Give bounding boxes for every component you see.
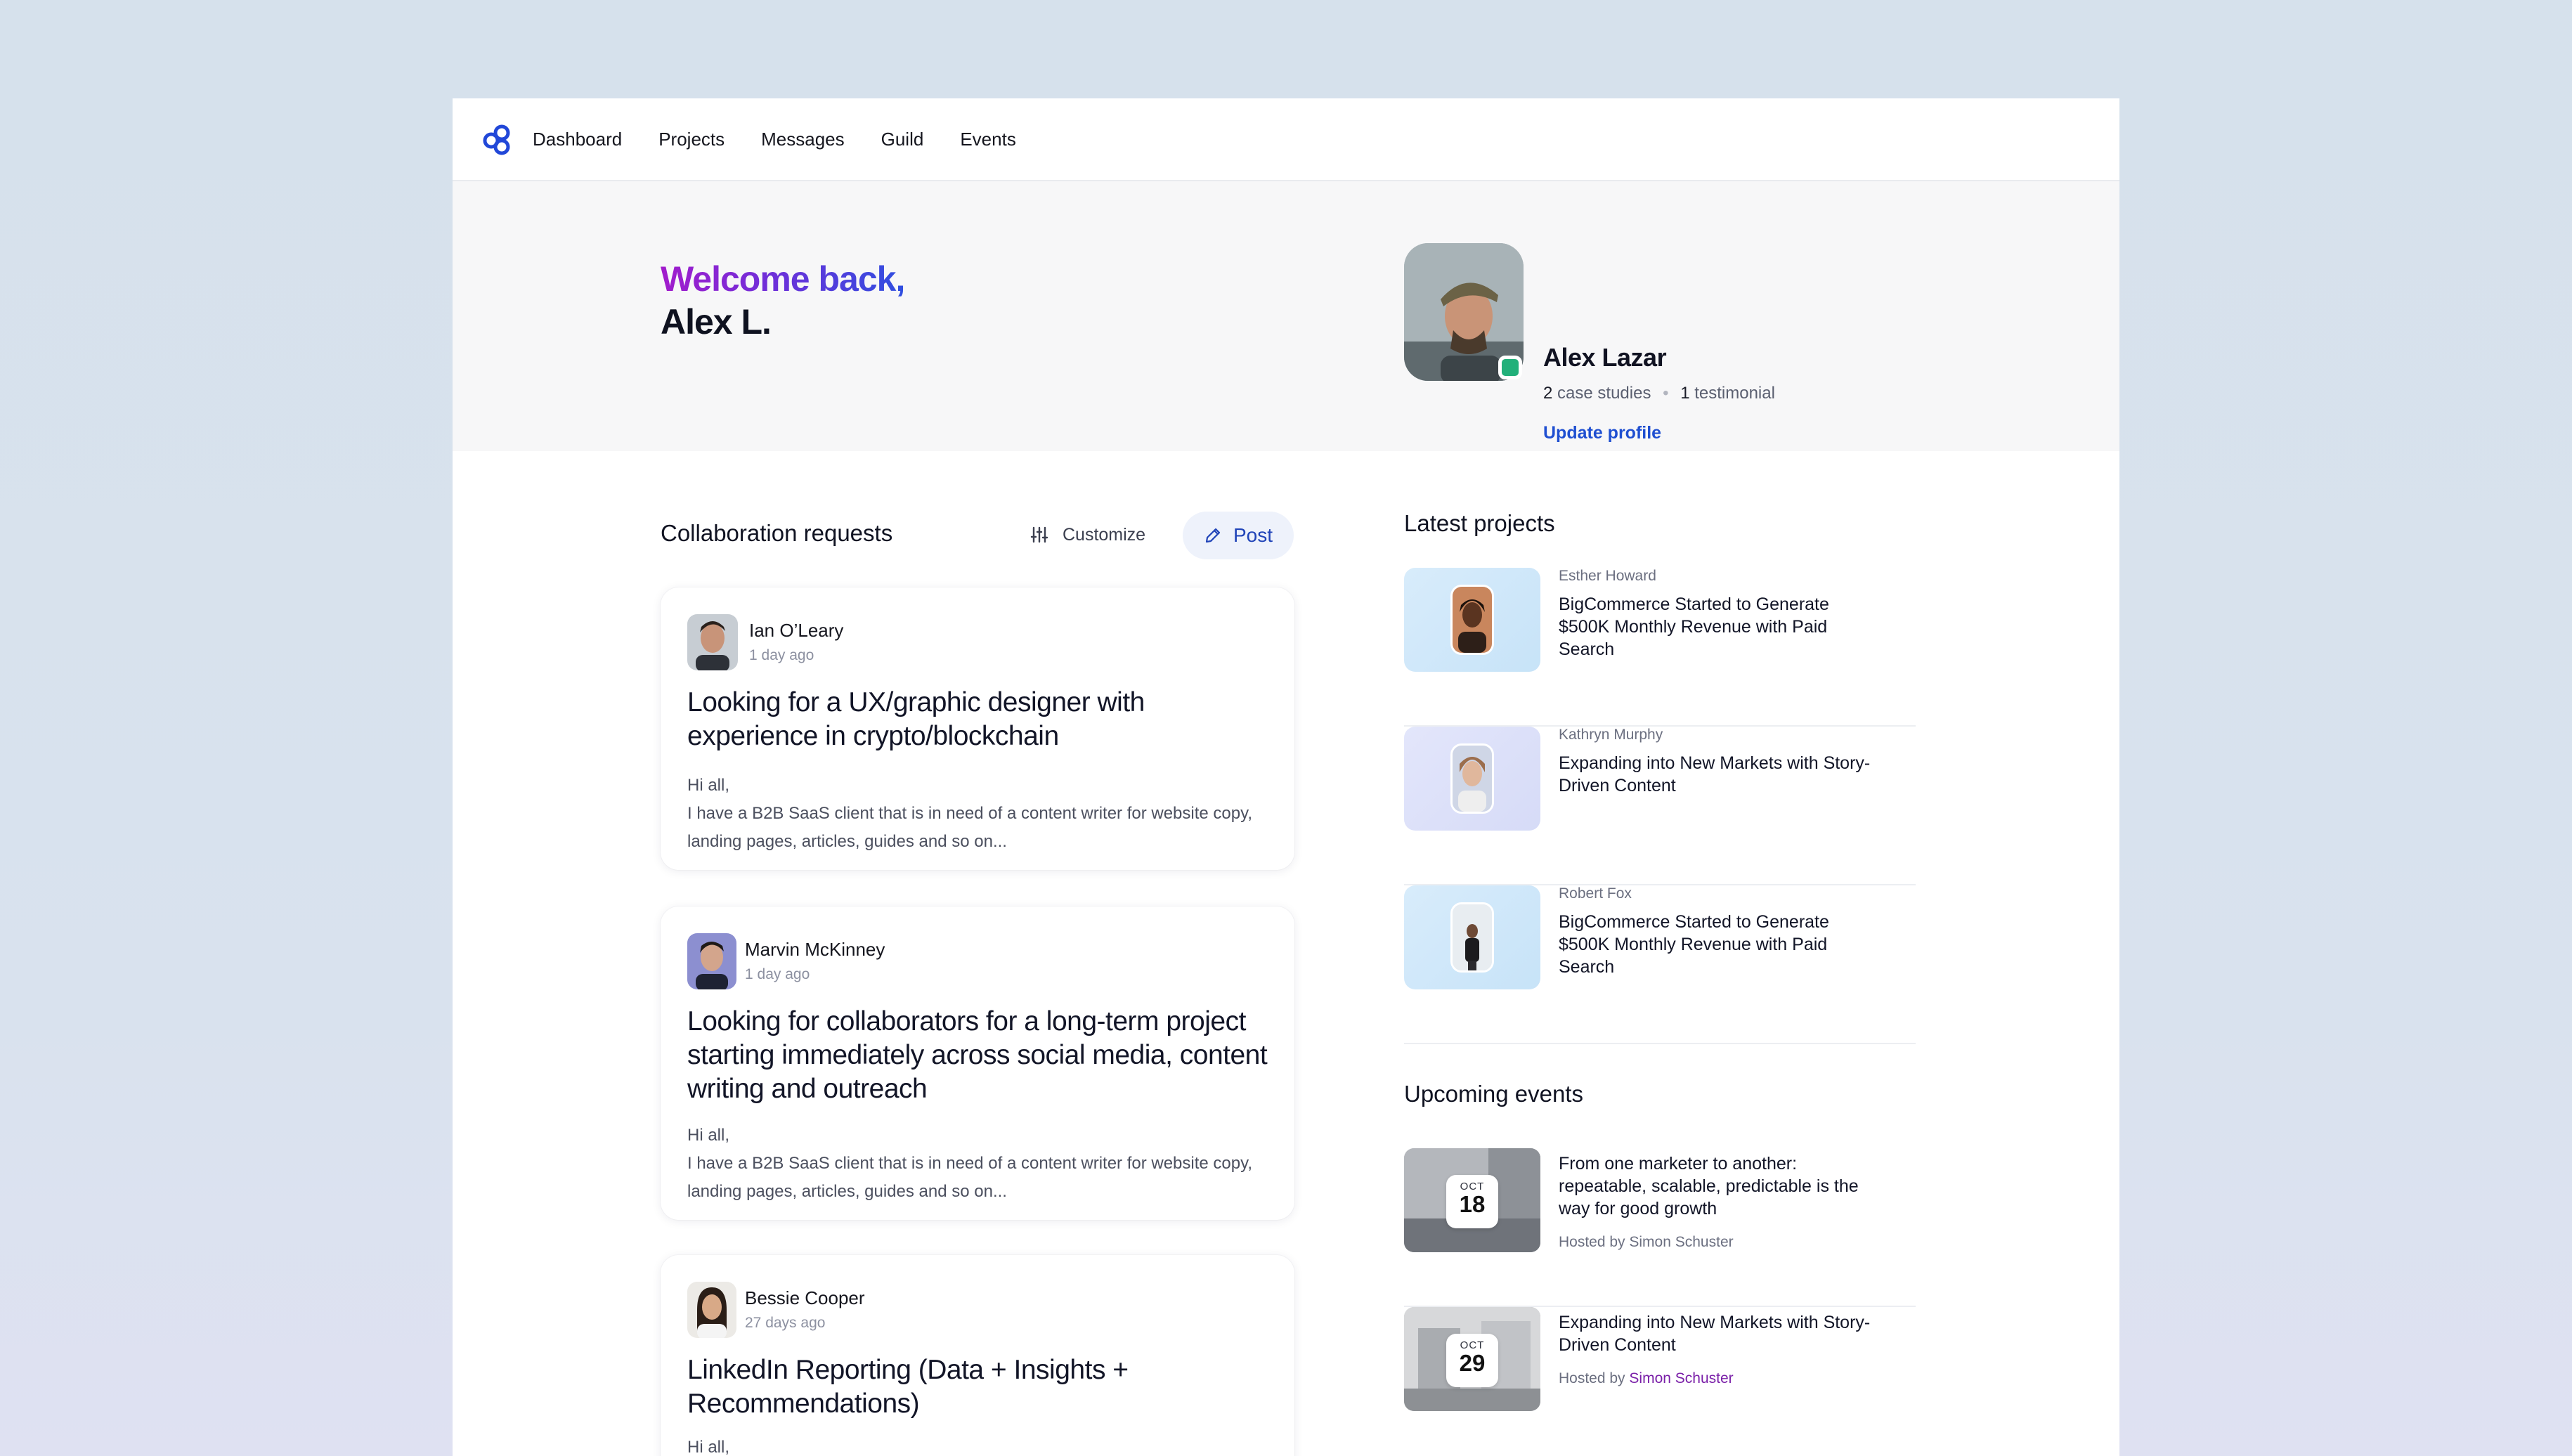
nav-dashboard[interactable]: Dashboard <box>533 129 622 150</box>
nav-messages[interactable]: Messages <box>761 129 845 150</box>
request-time: 1 day ago <box>749 647 814 663</box>
project-author: Kathryn Murphy <box>1559 727 1663 743</box>
testimonial-label: testimonial <box>1694 384 1775 403</box>
request-greeting: Hi all, <box>687 1438 730 1456</box>
upcoming-events-title: Upcoming events <box>1404 1081 1583 1107</box>
request-body: Hi all, I have a B2B SaaS client that is… <box>687 772 1271 856</box>
event-title[interactable]: From one marketer to another: repeatable… <box>1559 1152 1875 1220</box>
author-photo <box>1450 585 1494 655</box>
request-text: I have a B2B SaaS client that is in need… <box>687 1154 1252 1201</box>
event-host-prefix: Hosted by <box>1559 1370 1625 1386</box>
project-item[interactable]: Esther Howard BigCommerce Started to Gen… <box>1404 568 1916 727</box>
welcome-line: Welcome back, <box>661 257 905 301</box>
project-title[interactable]: BigCommerce Started to Generate $500K Mo… <box>1559 911 1875 978</box>
project-item[interactable]: Kathryn Murphy Expanding into New Market… <box>1404 727 1916 885</box>
case-studies-count: 2 <box>1543 384 1553 403</box>
avatar[interactable] <box>687 614 738 670</box>
request-time: 1 day ago <box>745 966 810 982</box>
post-button[interactable]: Post <box>1183 512 1294 559</box>
update-profile-link[interactable]: Update profile <box>1543 423 1661 443</box>
avatar-photo <box>687 933 736 989</box>
stats-separator: • <box>1663 384 1669 403</box>
request-text: I have a B2B SaaS client that is in need… <box>687 804 1252 851</box>
avatar-photo <box>687 1282 736 1338</box>
event-date-badge: OCT 18 <box>1446 1175 1498 1228</box>
event-item[interactable]: OCT 29 Expanding into New Markets with S… <box>1404 1307 1916 1456</box>
sliders-icon <box>1030 526 1048 543</box>
request-greeting: Hi all, <box>687 776 730 795</box>
nav-guild[interactable]: Guild <box>881 129 924 150</box>
author-photo <box>1450 743 1494 814</box>
requester-name[interactable]: Bessie Cooper <box>745 1287 865 1309</box>
infinity-logo-icon[interactable] <box>479 122 514 157</box>
request-greeting: Hi all, <box>687 1126 730 1145</box>
author-photo <box>1450 902 1494 973</box>
project-title[interactable]: Expanding into New Markets with Story-Dr… <box>1559 752 1875 797</box>
event-host-text: Hosted by Simon Schuster <box>1559 1234 1734 1250</box>
requester-name[interactable]: Ian O’Leary <box>749 620 843 642</box>
pencil-icon <box>1205 528 1221 543</box>
project-thumbnail[interactable] <box>1404 727 1540 831</box>
event-date-badge: OCT 29 <box>1446 1334 1498 1387</box>
welcome-heading: Welcome back, Alex L. <box>661 257 905 343</box>
app-window: Dashboard Projects Messages Guild Events… <box>453 98 2119 1456</box>
customize-button[interactable]: Customize <box>1030 510 1145 559</box>
author-photo-art <box>1453 587 1492 653</box>
post-label: Post <box>1233 524 1273 546</box>
nav-events[interactable]: Events <box>960 129 1016 150</box>
testimonial-count: 1 <box>1680 384 1690 403</box>
project-author: Robert Fox <box>1559 885 1632 902</box>
request-body: Hi all, I have a B2B SaaS client that is… <box>687 1122 1271 1206</box>
latest-projects-title: Latest projects <box>1404 510 1555 536</box>
collaboration-requests-title: Collaboration requests <box>661 520 893 546</box>
event-host: Hosted by Simon Schuster <box>1559 1234 1734 1251</box>
event-host-link[interactable]: Simon Schuster <box>1629 1370 1733 1386</box>
project-thumbnail[interactable] <box>1404 885 1540 989</box>
request-body: Hi all, <box>687 1434 1271 1456</box>
project-item[interactable]: Robert Fox BigCommerce Started to Genera… <box>1404 885 1916 1044</box>
request-title[interactable]: LinkedIn Reporting (Data + Insights + Re… <box>687 1353 1271 1421</box>
avatar[interactable] <box>687 933 736 989</box>
customize-label: Customize <box>1063 524 1146 545</box>
profile-stats: 2 case studies • 1 testimonial <box>1543 384 1775 403</box>
welcome-user-name: Alex L. <box>661 302 772 342</box>
event-title[interactable]: Expanding into New Markets with Story-Dr… <box>1559 1311 1875 1356</box>
request-title[interactable]: Looking for a UX/graphic designer with e… <box>687 686 1271 753</box>
collab-request-card[interactable]: Ian O’Leary 1 day ago Looking for a UX/g… <box>661 587 1294 870</box>
event-thumbnail[interactable]: OCT 29 <box>1404 1307 1540 1411</box>
event-item[interactable]: OCT 18 From one marketer to another: rep… <box>1404 1148 1916 1307</box>
collab-request-card[interactable]: Marvin McKinney 1 day ago Looking for co… <box>661 906 1294 1220</box>
online-status-dot <box>1498 356 1522 379</box>
requester-name[interactable]: Marvin McKinney <box>745 939 885 961</box>
project-author: Esther Howard <box>1559 568 1656 584</box>
event-thumbnail[interactable]: OCT 18 <box>1404 1148 1540 1252</box>
project-title[interactable]: BigCommerce Started to Generate $500K Mo… <box>1559 593 1875 661</box>
welcome-hero: Welcome back, Alex L. <box>453 181 2119 451</box>
collab-request-card[interactable]: Bessie Cooper 27 days ago LinkedIn Repor… <box>661 1255 1294 1456</box>
request-title[interactable]: Looking for collaborators for a long-ter… <box>687 1005 1271 1106</box>
project-thumbnail[interactable] <box>1404 568 1540 672</box>
case-studies-label: case studies <box>1557 384 1651 403</box>
request-time: 27 days ago <box>745 1315 826 1331</box>
event-day: 18 <box>1459 1191 1486 1217</box>
event-host: Hosted by Simon Schuster <box>1559 1370 1734 1387</box>
avatar-photo <box>687 614 738 670</box>
event-day: 29 <box>1459 1350 1486 1376</box>
author-photo-art <box>1453 746 1492 812</box>
top-nav: Dashboard Projects Messages Guild Events <box>453 98 2119 181</box>
author-photo-art <box>1453 904 1492 970</box>
avatar[interactable] <box>687 1282 736 1338</box>
nav-projects[interactable]: Projects <box>658 129 725 150</box>
profile-name: Alex Lazar <box>1543 343 1667 372</box>
